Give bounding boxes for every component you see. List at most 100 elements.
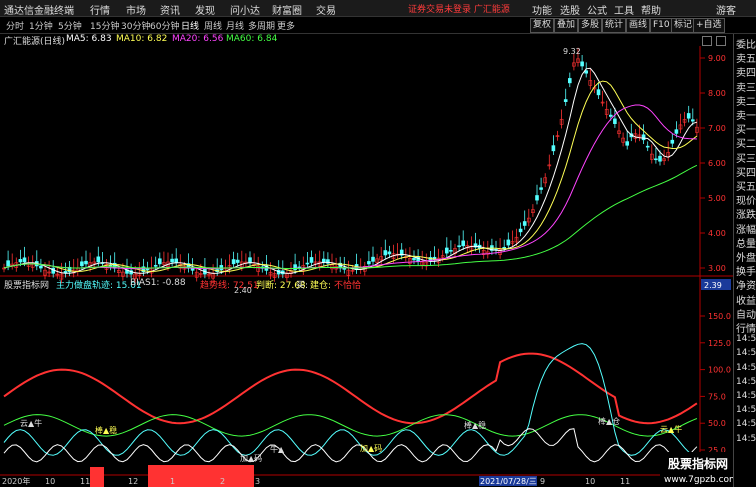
quote-panel-item: 卖三 bbox=[736, 82, 756, 94]
candle-body bbox=[309, 257, 314, 263]
signal-label: 棒▲仓 bbox=[598, 416, 620, 426]
price-tick-label: 8.00 bbox=[708, 89, 726, 98]
candle-body bbox=[658, 155, 662, 162]
candle-body bbox=[625, 141, 630, 146]
period-multi[interactable]: 多周期 bbox=[248, 19, 275, 32]
add-favorite-button[interactable]: +自选 bbox=[693, 18, 725, 33]
candle-body bbox=[80, 261, 84, 267]
adjust-button[interactable]: 复权 bbox=[530, 18, 555, 33]
stats-button[interactable]: 统计 bbox=[602, 18, 627, 33]
menu-stock-pick[interactable]: 选股 bbox=[560, 2, 580, 17]
quote-panel-item: 卖一 bbox=[736, 111, 756, 122]
candle-body bbox=[645, 145, 650, 148]
signal-block bbox=[90, 467, 104, 487]
trend-line bbox=[3, 352, 698, 425]
candle-body bbox=[502, 247, 507, 249]
quote-panel-item: 买一 bbox=[736, 125, 756, 137]
price-tick-label: 7.00 bbox=[708, 124, 726, 133]
candle-body bbox=[22, 257, 27, 263]
moving-averages bbox=[3, 67, 698, 274]
candle-body bbox=[145, 268, 150, 271]
candle-body bbox=[686, 113, 691, 119]
draw-line-button[interactable]: 画线 bbox=[626, 18, 651, 33]
signal-label: 加▲码 bbox=[240, 453, 262, 463]
period-60min[interactable]: 60分钟 bbox=[150, 19, 179, 32]
candle-body bbox=[383, 250, 388, 256]
candle-body bbox=[551, 145, 556, 152]
f10-button[interactable]: F10 bbox=[650, 18, 673, 33]
quote-panel-item: 卖四 bbox=[736, 68, 756, 80]
quote-panel-item: 14:50 bbox=[736, 405, 756, 416]
indicator-tick-label: 75.0 bbox=[708, 392, 726, 401]
candle-body bbox=[522, 221, 527, 226]
ma10-line bbox=[3, 80, 698, 273]
candle-body bbox=[235, 259, 240, 263]
price-tick-label: 3.00 bbox=[708, 264, 726, 273]
menu-bar: 通达信金融终端 行情 市场 资讯 发现 问小达 财富圈 交易 证券交易未登录 广… bbox=[0, 0, 756, 17]
period-1min[interactable]: 1分钟 bbox=[29, 19, 53, 32]
candle-body bbox=[6, 260, 10, 267]
low-price-label: 2.40 bbox=[234, 286, 252, 295]
period-30min[interactable]: 30分钟 bbox=[121, 19, 150, 32]
quote-panel-item: 14:50 bbox=[736, 334, 756, 345]
menu-help[interactable]: 帮助 bbox=[641, 2, 661, 17]
quote-panel-item: 涨跌 bbox=[736, 210, 756, 222]
quote-panel-item: 委比 bbox=[736, 40, 756, 51]
period-weekly[interactable]: 周线 bbox=[204, 19, 222, 32]
menu-ask[interactable]: 问小达 bbox=[230, 2, 260, 17]
period-monthly[interactable]: 月线 bbox=[226, 19, 244, 32]
quote-panel-item: 涨幅 bbox=[736, 224, 756, 236]
candle-body bbox=[96, 256, 101, 263]
quote-panel-item: 14:50 bbox=[736, 362, 756, 373]
x-axis-label: 3 bbox=[255, 477, 260, 486]
mark-button[interactable]: 标记 bbox=[671, 18, 696, 33]
chart-area[interactable]: 9.008.007.006.005.004.003.00150.0125.010… bbox=[0, 34, 733, 487]
menu-news[interactable]: 资讯 bbox=[160, 2, 180, 17]
indicator-tick-label: 50.0 bbox=[708, 419, 726, 428]
period-more[interactable]: 更多 bbox=[277, 19, 295, 32]
quote-panel-item: 买五 bbox=[736, 182, 756, 193]
menu-discover[interactable]: 发现 bbox=[195, 2, 215, 17]
x-axis-label: 10 bbox=[585, 477, 595, 486]
quote-panel-item: 买二 bbox=[736, 139, 756, 151]
quote-panel-item: 总量 bbox=[736, 238, 756, 250]
candle-body bbox=[153, 265, 158, 267]
price-tick-label: 9.00 bbox=[708, 54, 726, 63]
overlay-button[interactable]: 叠加 bbox=[554, 18, 579, 33]
candlesticks bbox=[2, 47, 699, 284]
watermark-url: www.7gpzb.com bbox=[664, 475, 733, 485]
app-title: 通达信金融终端 bbox=[4, 6, 74, 17]
quote-panel-item: 换手 bbox=[736, 267, 756, 279]
signal-block bbox=[148, 465, 254, 487]
menu-formula[interactable]: 公式 bbox=[587, 2, 607, 17]
price-tick-label: 4.00 bbox=[708, 229, 726, 238]
signal-label: 棒▲稳 bbox=[464, 420, 486, 430]
menu-guest[interactable]: 游客 bbox=[716, 2, 736, 17]
x-axis-label: 1 bbox=[170, 477, 175, 486]
signal-label: 加▲码 bbox=[360, 443, 382, 453]
candle-body bbox=[248, 257, 252, 264]
period-daily[interactable]: 日线 bbox=[181, 19, 199, 32]
candle-body bbox=[18, 259, 23, 263]
menu-wealth[interactable]: 财富圈 bbox=[272, 2, 302, 17]
candle-body bbox=[158, 258, 162, 265]
period-intraday[interactable]: 分时 bbox=[6, 19, 24, 32]
candle-body bbox=[412, 257, 416, 261]
menu-function[interactable]: 功能 bbox=[532, 2, 552, 17]
period-5min[interactable]: 5分钟 bbox=[58, 19, 82, 32]
candle-body bbox=[580, 61, 584, 67]
candle-body bbox=[613, 118, 617, 124]
x-axis-label: 10 bbox=[45, 477, 55, 486]
candle-body bbox=[690, 119, 695, 122]
menu-tools[interactable]: 工具 bbox=[614, 2, 634, 17]
ma60-line bbox=[3, 164, 698, 269]
period-15min[interactable]: 15分钟 bbox=[90, 19, 119, 32]
menu-market[interactable]: 市场 bbox=[126, 2, 146, 17]
menu-quotes[interactable]: 行情 bbox=[90, 2, 110, 17]
quote-panel-item: 买三 bbox=[736, 153, 756, 165]
price-tick-label: 5.00 bbox=[708, 194, 726, 203]
login-notice[interactable]: 证券交易未登录 广汇能源 bbox=[408, 2, 510, 15]
quote-panel-item: 14:50 bbox=[736, 348, 756, 359]
multi-stock-button[interactable]: 多股 bbox=[578, 18, 603, 33]
menu-trade[interactable]: 交易 bbox=[316, 2, 336, 17]
